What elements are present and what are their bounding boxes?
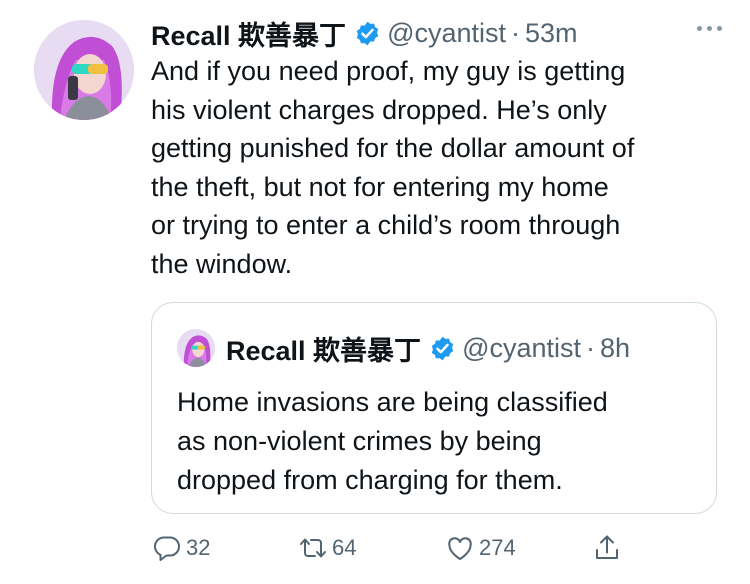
avatar[interactable] xyxy=(34,20,134,120)
quoted-tweet[interactable]: Recall 欺善暴丁 @cyantist · 8h Home invasion… xyxy=(151,302,717,514)
tweet-text-line: or trying to enter a child’s room throug… xyxy=(151,210,621,240)
tweet-text-line: getting punished for the dollar amount o… xyxy=(151,133,635,163)
more-dot xyxy=(697,26,702,31)
reply-button[interactable]: 32 xyxy=(152,530,210,566)
quote-avatar-image xyxy=(177,329,215,367)
retweet-count: 64 xyxy=(332,535,357,560)
separator-dot: · xyxy=(586,332,596,363)
more-options-icon[interactable] xyxy=(697,26,722,31)
reply-count: 32 xyxy=(186,535,211,560)
timestamp[interactable]: 53m xyxy=(525,18,578,49)
retweet-icon xyxy=(298,533,328,563)
like-button[interactable]: 274 xyxy=(445,530,516,566)
tweet-header: Recall 欺善暴丁 @cyantist · 53m xyxy=(151,14,578,52)
display-name[interactable]: Recall 欺善暴丁 xyxy=(151,14,346,53)
avatar-image xyxy=(34,20,134,120)
tweet-text-line: the theft, but not for entering my home xyxy=(151,171,609,202)
more-dot xyxy=(707,26,712,31)
tweet-text-line: the window. xyxy=(151,248,293,279)
reply-icon xyxy=(152,533,182,563)
quote-avatar[interactable] xyxy=(177,329,215,367)
tweet-text-line: And if you need proof, my guy is getting xyxy=(151,56,626,86)
heart-icon xyxy=(445,533,475,563)
more-dot xyxy=(717,26,722,31)
quote-header: Recall 欺善暴丁 @cyantist · 8h xyxy=(226,329,630,367)
handle[interactable]: @cyantist xyxy=(387,18,506,49)
share-icon xyxy=(592,533,622,563)
share-button[interactable] xyxy=(592,530,622,566)
tweet[interactable]: Recall 欺善暴丁 @cyantist · 53m And if you n… xyxy=(0,0,750,584)
verified-badge-icon xyxy=(429,335,456,362)
retweet-button[interactable]: 64 xyxy=(298,530,356,566)
quote-handle: @cyantist xyxy=(462,332,582,363)
tweet-text: And if you need proof, my guy is getting… xyxy=(151,52,731,283)
action-bar: 32 64 274 xyxy=(152,530,632,566)
quote-text-line: as non-violent crimes by being xyxy=(177,426,542,456)
quote-text-line: Home invasions are being classified xyxy=(177,387,608,417)
verified-badge-icon xyxy=(354,20,381,47)
tweet-text-line: his violent charges dropped. He’s only xyxy=(151,94,607,125)
like-count: 274 xyxy=(479,535,516,560)
quote-text-line: dropped from charging for them. xyxy=(177,465,563,495)
separator-dot: · xyxy=(511,17,521,48)
quote-text: Home invasions are being classified as n… xyxy=(177,383,697,500)
quote-display-name: Recall 欺善暴丁 xyxy=(226,335,422,366)
quote-timestamp: 8h xyxy=(600,332,631,363)
